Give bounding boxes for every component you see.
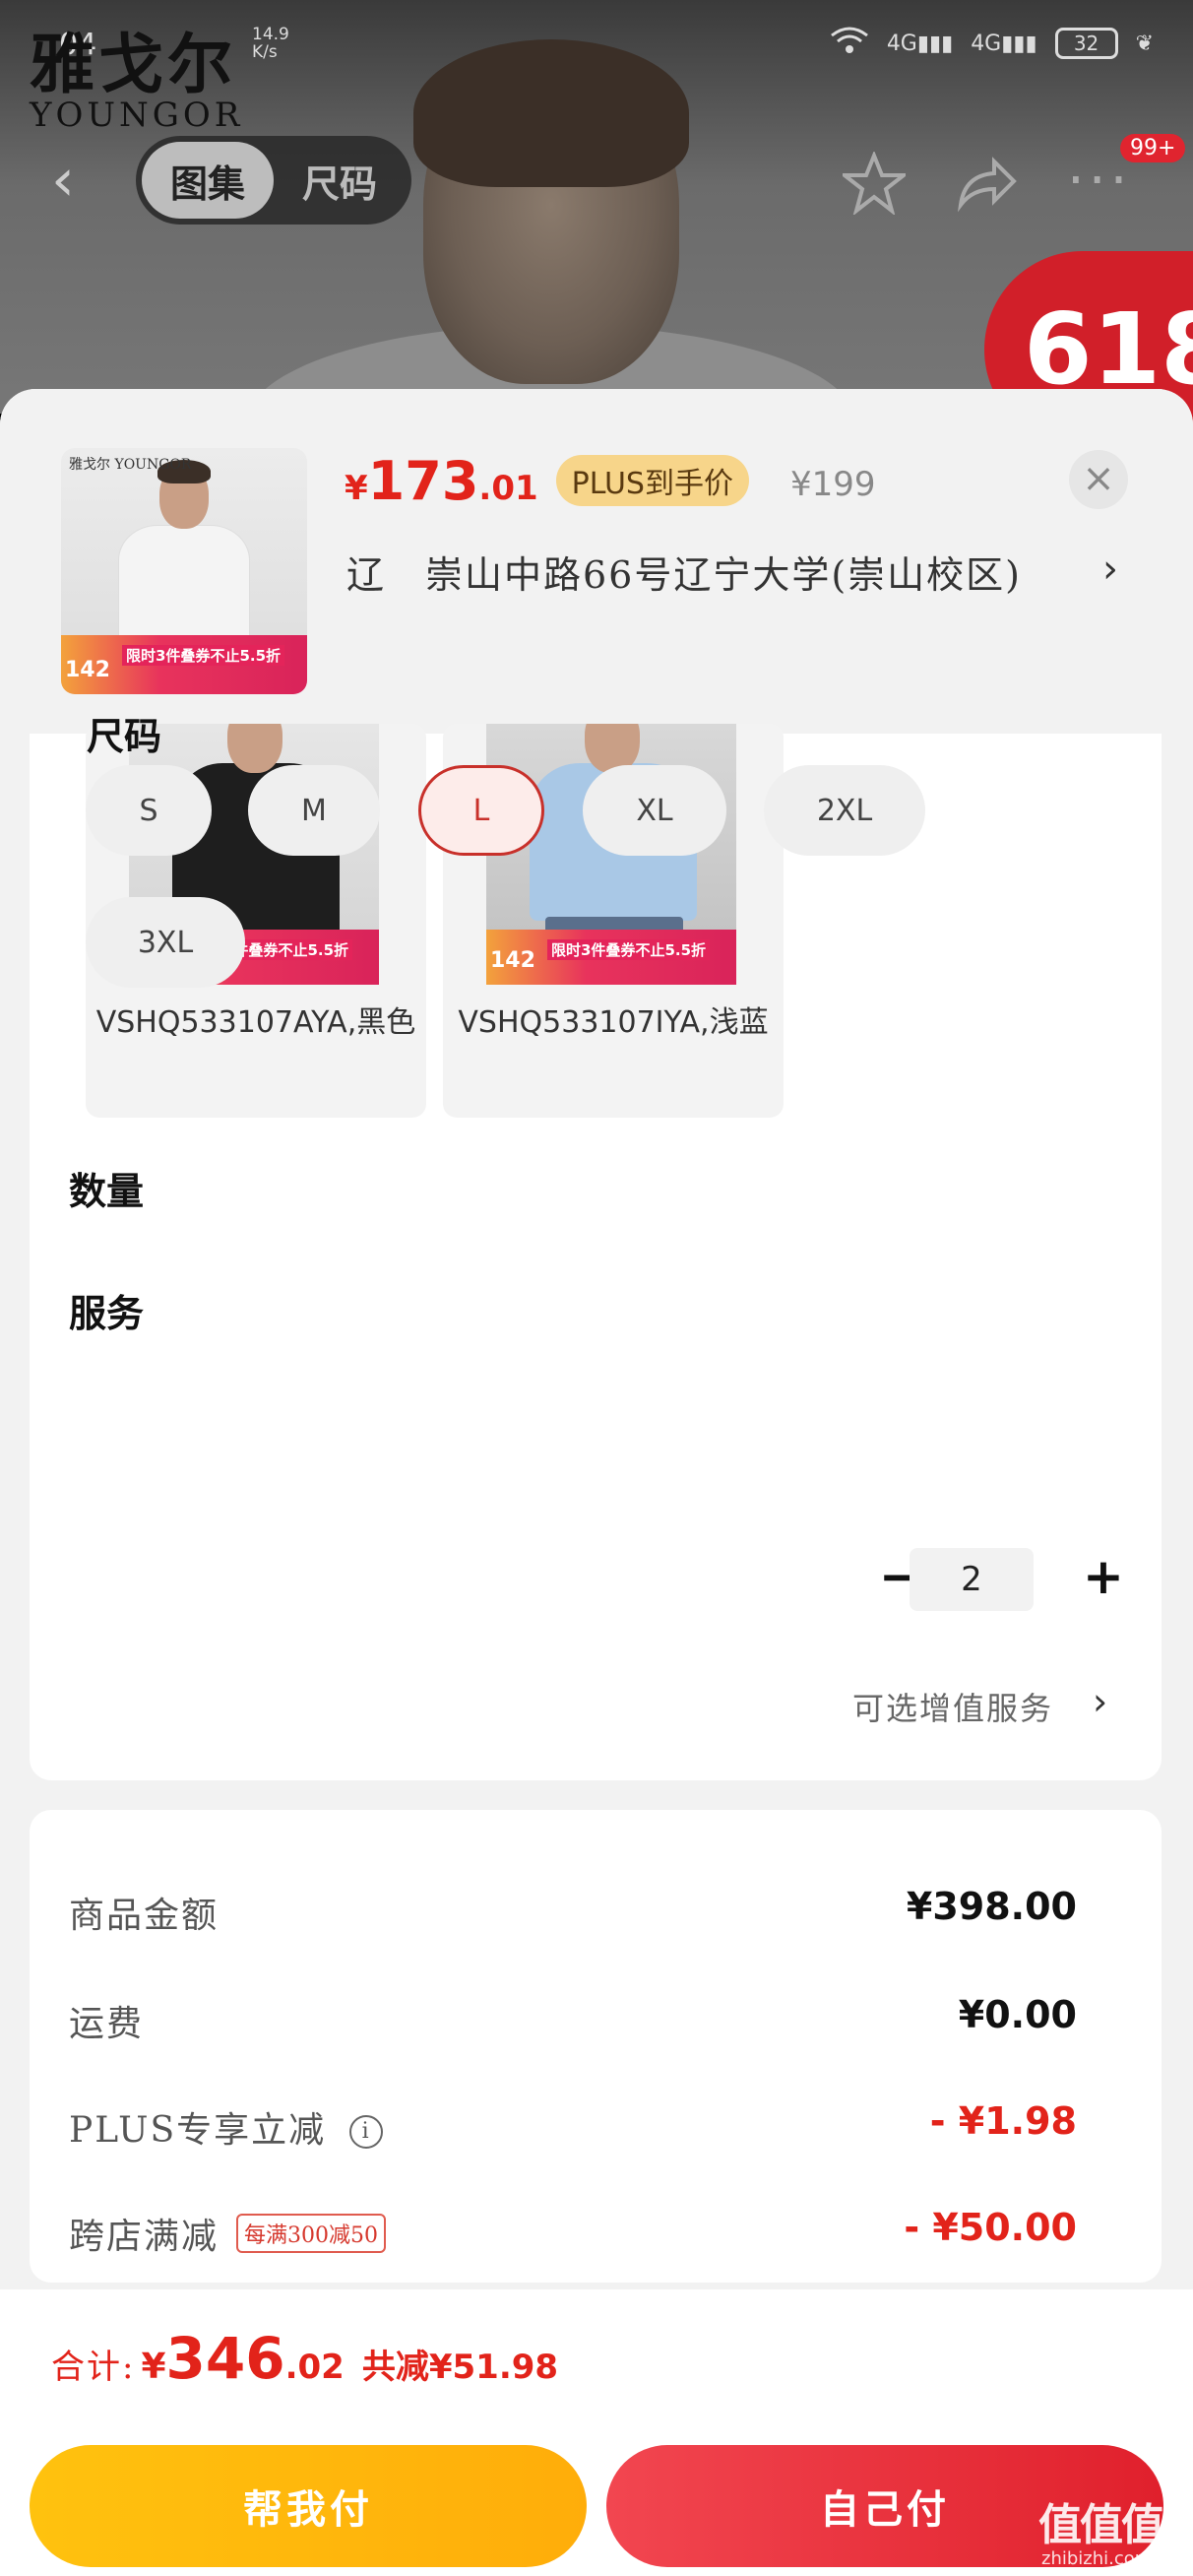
price-symbol: ¥ [345,469,368,508]
price-decimal: .01 [478,469,538,508]
quantity-label: 数量 [69,1169,145,1213]
checkout-bar: 合计: ¥ 346 .02 共减¥51.98 帮我付 自己付 [0,2289,1193,2576]
thumb-shirt [118,525,250,643]
more-icon[interactable]: ··· [1067,152,1131,211]
delivery-address[interactable]: 辽 崇山中路66号辽宁大学(崇山校区) [346,545,1022,599]
watermark-url: zhibizhi.com [1041,2548,1153,2569]
brand-name-en: YOUNGOR [30,96,244,135]
tab-size[interactable]: 尺码 [274,142,406,219]
promo-text: 限时3件叠券不止5.5折 [122,645,285,666]
price-row: ¥ 173 .01 PLUS到手价 ¥199 [345,450,875,512]
notification-badge: 99+ [1120,134,1186,162]
goods-amount-value: ¥398.00 [906,1885,1077,1928]
cross-store-label: 跨店满减 [69,2217,220,2257]
size-section-heading: 尺码 [87,714,162,758]
size-option-3xl[interactable]: 3XL [86,897,245,988]
promo-strip: 142 限时3件叠券不止5.5折 [486,930,736,985]
cross-store-row: 跨店满减 每满300减50 [69,2208,387,2259]
status-speed: 14.9 K/s [252,26,289,61]
network-label: 4G [886,31,917,56]
total-decimal: .02 [284,2348,345,2387]
price-integer: 173 [367,450,479,512]
size-option-xl[interactable]: XL [583,765,726,856]
wifi-icon [830,26,869,61]
leaf-icon: ❦ [1135,31,1154,56]
shipping-label: 运费 [69,2004,145,2044]
promo-strip: 142 限时3件叠券不止5.5折 [61,635,307,694]
color-label: VSHQ533107IYA,浅蓝 [458,1005,769,1040]
total-label: 合计: [51,2348,136,2387]
star-icon[interactable] [839,150,910,226]
signal-icon: 4G▮▮▮ [886,31,954,56]
total-price: 合计: ¥ 346 .02 共减¥51.98 [51,2325,558,2392]
speed-value: 14.9 [252,25,289,44]
help-me-pay-button[interactable]: 帮我付 [30,2445,587,2567]
quantity-plus-button[interactable]: + [1083,1552,1124,1601]
chevron-right-icon[interactable]: › [1102,547,1118,592]
service-value[interactable]: 可选增值服务 [852,1684,1053,1729]
size-option-m[interactable]: M [248,765,380,856]
tab-gallery[interactable]: 图集 [142,142,274,219]
info-icon[interactable]: i [349,2115,384,2149]
original-price: ¥199 [789,465,876,504]
plus-discount-value: - ¥1.98 [929,2099,1077,2143]
promo-number: 142 [65,658,110,682]
cross-store-value: - ¥50.00 [904,2206,1077,2249]
chevron-right-icon[interactable]: › [1093,1680,1107,1723]
share-icon[interactable] [955,152,1018,226]
gallery-size-tabs: 图集 尺码 [136,136,411,225]
thumb-logo: 雅戈尔 YOUNGOR [69,457,192,473]
options-card: 142 限时3件叠券不止5.5折 VSHQ533107AYA,黑色 142 限时… [30,724,1162,1780]
sheet-header: 雅戈尔 YOUNGOR 142 限时3件叠券不止5.5折 ¥ 173 .01 P… [0,389,1193,734]
color-label: VSHQ533107AYA,黑色 [95,1005,416,1040]
cross-store-promo-chip: 每满300减50 [236,2214,387,2253]
total-integer: 346 [165,2325,285,2392]
status-icons: 4G▮▮▮ 4G▮▮▮ 32 ❦ [830,26,1154,61]
size-option-l[interactable]: L [418,765,544,856]
price-summary-card: 商品金额 ¥398.00 运费 ¥0.00 PLUS专享立减 i - ¥1.98 … [30,1810,1162,2283]
back-icon[interactable]: ‹ [51,151,100,213]
size-option-2xl[interactable]: 2XL [764,765,925,856]
total-symbol: ¥ [141,2347,166,2387]
promo-text: 限时3件叠券不止5.5折 [547,939,711,960]
brand-name-cn: 雅戈尔 [30,26,236,102]
shipping-value: ¥0.00 [958,1993,1077,2036]
watermark-logo: 值值值 [1038,2500,1164,2550]
size-option-s[interactable]: S [86,765,212,856]
top-navigation: ‹ 图集 尺码 ··· 99+ [0,128,1193,236]
color-photo: 142 限时3件叠券不止5.5折 [486,724,736,985]
speed-unit: K/s [252,42,278,62]
goods-amount-label: 商品金额 [69,1896,220,1936]
plus-discount-label: PLUS专享立减 [69,2110,327,2151]
plus-price-tag: PLUS到手价 [555,455,749,506]
promo-number: 142 [490,948,535,973]
service-label: 服务 [69,1291,145,1335]
total-saved: 共减¥51.98 [361,2348,559,2387]
signal-icon-2: 4G▮▮▮ [971,31,1037,56]
quantity-input[interactable]: 2 [910,1548,1034,1611]
network-label-2: 4G [971,31,1002,56]
brand-logo: 雅戈尔 YOUNGOR [30,30,243,132]
close-icon[interactable]: × [1069,450,1128,509]
plus-discount-row: PLUS专享立减 i [69,2101,384,2153]
battery-icon: 32 [1054,28,1118,59]
battery-level: 32 [1073,32,1099,55]
product-thumbnail[interactable]: 雅戈尔 YOUNGOR 142 限时3件叠券不止5.5折 [61,448,307,694]
